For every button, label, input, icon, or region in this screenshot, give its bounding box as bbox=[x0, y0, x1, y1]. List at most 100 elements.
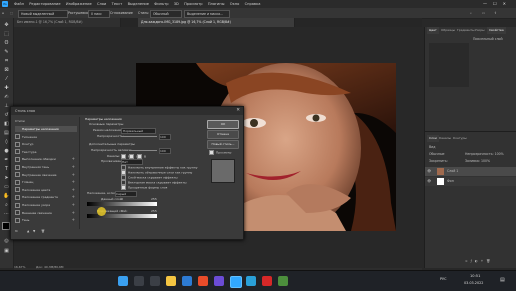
notifications-icon[interactable]: ▤ bbox=[500, 277, 505, 283]
add-style-icon[interactable]: + bbox=[72, 164, 75, 170]
chrome-icon[interactable] bbox=[198, 276, 208, 286]
menu-3d[interactable]: 3D bbox=[174, 0, 179, 8]
menu-type[interactable]: Текст bbox=[112, 0, 123, 8]
rectangle-tool-icon[interactable]: ▭ bbox=[3, 184, 10, 191]
eraser-tool-icon[interactable]: ◧ bbox=[3, 121, 10, 128]
style-item[interactable]: Текстура bbox=[15, 149, 77, 155]
fill-opacity-slider[interactable] bbox=[129, 150, 157, 151]
add-style-icon[interactable]: + bbox=[72, 187, 75, 193]
add-style-icon[interactable]: + bbox=[72, 194, 75, 200]
move-up-icon[interactable]: ▲ bbox=[27, 229, 29, 233]
crop-tool-icon[interactable]: ⌗ bbox=[3, 58, 10, 65]
menu-help[interactable]: Справка bbox=[245, 0, 261, 8]
select-and-mask-button[interactable]: Выделение и маска... bbox=[184, 10, 230, 18]
fill-opacity-input[interactable]: 100 bbox=[159, 148, 171, 154]
quick-mask-icon[interactable]: ◎ bbox=[3, 238, 10, 245]
language-indicator[interactable]: РУС bbox=[440, 277, 446, 281]
clock-date[interactable]: 03.03.2022 bbox=[464, 281, 483, 285]
close-icon[interactable]: ✕ bbox=[503, 1, 512, 6]
add-style-icon[interactable]: + bbox=[72, 217, 75, 223]
menu-file[interactable]: Файл bbox=[14, 0, 24, 8]
add-style-icon[interactable]: + bbox=[72, 179, 75, 185]
style-checkbox[interactable] bbox=[15, 134, 20, 140]
preview-checkbox[interactable]: Просмотр bbox=[209, 150, 231, 155]
layer-name[interactable]: Фон bbox=[447, 179, 454, 183]
eyedropper-tool-icon[interactable]: ⁄ bbox=[3, 76, 10, 83]
viber-icon[interactable] bbox=[214, 276, 224, 286]
telegram-icon[interactable] bbox=[246, 276, 256, 286]
tab-patterns[interactable]: Узоры bbox=[473, 27, 487, 34]
gradient-tool-icon[interactable]: ▤ bbox=[3, 130, 10, 137]
menu-plugins[interactable]: Плагины bbox=[208, 0, 225, 8]
layer-blend-mode[interactable]: Обычные bbox=[429, 152, 444, 156]
blur-tool-icon[interactable]: ◊ bbox=[3, 139, 10, 146]
new-style-button[interactable]: Новый стиль... bbox=[207, 140, 239, 149]
style-item[interactable]: Наложение узора + bbox=[15, 202, 77, 208]
screen-mode-icon[interactable]: ▣ bbox=[3, 248, 10, 255]
selection-mode-dropdown[interactable]: Новый выделенный bbox=[18, 10, 68, 18]
tab-color[interactable]: Цвет bbox=[427, 27, 439, 34]
photoshop-taskbar-icon[interactable] bbox=[230, 276, 242, 288]
healing-brush-tool-icon[interactable]: ✚ bbox=[3, 85, 10, 92]
style-checkbox[interactable] bbox=[15, 187, 20, 193]
menu-select[interactable]: Выделение bbox=[128, 0, 149, 8]
style-item[interactable]: Глянец + bbox=[15, 179, 77, 185]
tab-document-2[interactable]: Для-каждого-IMG_3189.jpg @ 16,7% (Слой 1… bbox=[138, 18, 295, 27]
tab-paths[interactable]: Контуры bbox=[451, 135, 469, 142]
style-checkbox[interactable] bbox=[15, 179, 20, 185]
style-dropdown[interactable]: Обычный bbox=[150, 10, 182, 18]
path-select-tool-icon[interactable]: ➤ bbox=[3, 175, 10, 182]
hand-tool-icon[interactable]: ✋ bbox=[3, 193, 10, 200]
pen-tool-icon[interactable]: ✒ bbox=[3, 157, 10, 164]
zoom-readout[interactable]: 16,67% bbox=[14, 265, 25, 269]
style-item[interactable]: Внутренняя тень + bbox=[15, 164, 77, 170]
style-item[interactable]: Выполнение обводки + bbox=[15, 156, 77, 162]
tab-properties[interactable]: Свойства bbox=[487, 27, 506, 34]
move-down-icon[interactable]: ▼ bbox=[33, 229, 35, 233]
style-checkbox[interactable] bbox=[15, 141, 20, 147]
style-item[interactable]: Контур bbox=[15, 141, 77, 147]
task-view-icon[interactable] bbox=[150, 276, 160, 286]
marquee-tool-icon[interactable]: ⬚ bbox=[3, 31, 10, 38]
style-item[interactable]: Наложение градиента + bbox=[15, 194, 77, 200]
move-tool-icon[interactable]: ✥ bbox=[3, 22, 10, 29]
add-style-icon[interactable]: + bbox=[72, 172, 75, 178]
menu-layer[interactable]: Слои bbox=[97, 0, 106, 8]
style-checkbox[interactable] bbox=[15, 202, 20, 208]
tab-document-1[interactable]: Без имени-1 @ 16,7% (Слой 1, RGB/8#) bbox=[14, 18, 121, 27]
add-style-icon[interactable]: + bbox=[72, 202, 75, 208]
style-checkbox[interactable] bbox=[15, 210, 20, 216]
menu-filter[interactable]: Фильтр bbox=[154, 0, 168, 8]
layer-lock[interactable]: Закрепить: bbox=[429, 159, 448, 163]
style-item[interactable]: Наложение цвета + bbox=[15, 187, 77, 193]
layer-fill[interactable]: Заливка: 100% bbox=[465, 159, 490, 163]
this-layer-gradient-slider[interactable] bbox=[87, 202, 157, 206]
dialog-titlebar[interactable]: Стиль слоя ✕ bbox=[11, 107, 243, 115]
zoom-tool-icon[interactable]: ⌕ bbox=[3, 202, 10, 209]
menu-view[interactable]: Просмотр bbox=[184, 0, 202, 8]
style-checkbox[interactable] bbox=[15, 164, 20, 170]
minimize-icon[interactable]: — bbox=[483, 1, 493, 6]
explorer-icon[interactable] bbox=[166, 276, 176, 286]
antialias-checkbox[interactable]: Сглаживание bbox=[110, 10, 133, 16]
more-tools-icon[interactable]: ⋯ bbox=[3, 211, 10, 218]
style-item[interactable]: Тиснение bbox=[15, 134, 77, 140]
style-checkbox[interactable] bbox=[15, 194, 20, 200]
style-item[interactable]: Внешнее свечение + bbox=[15, 210, 77, 216]
type-tool-icon[interactable]: T bbox=[3, 166, 10, 173]
workspace-icon[interactable]: ▭ bbox=[482, 10, 485, 16]
style-item[interactable]: Параметры наложения bbox=[15, 126, 77, 132]
eye-icon[interactable]: 👁 bbox=[427, 179, 431, 183]
youtube-icon[interactable] bbox=[262, 276, 272, 286]
layer-kind-filter[interactable]: Вид bbox=[429, 145, 435, 149]
style-checkbox[interactable] bbox=[15, 217, 20, 223]
style-checkbox[interactable] bbox=[15, 172, 20, 178]
history-brush-tool-icon[interactable]: ↺ bbox=[3, 112, 10, 119]
color-picker-area[interactable] bbox=[429, 43, 469, 87]
fx-icon[interactable]: fx bbox=[15, 229, 18, 233]
share-icon[interactable]: ⇪ bbox=[494, 10, 497, 16]
close-icon[interactable]: ✕ bbox=[236, 108, 240, 113]
clock-time[interactable]: 10:51 bbox=[470, 274, 480, 278]
quick-select-tool-icon[interactable]: ✎ bbox=[3, 49, 10, 56]
opacity-slider[interactable] bbox=[121, 136, 157, 137]
